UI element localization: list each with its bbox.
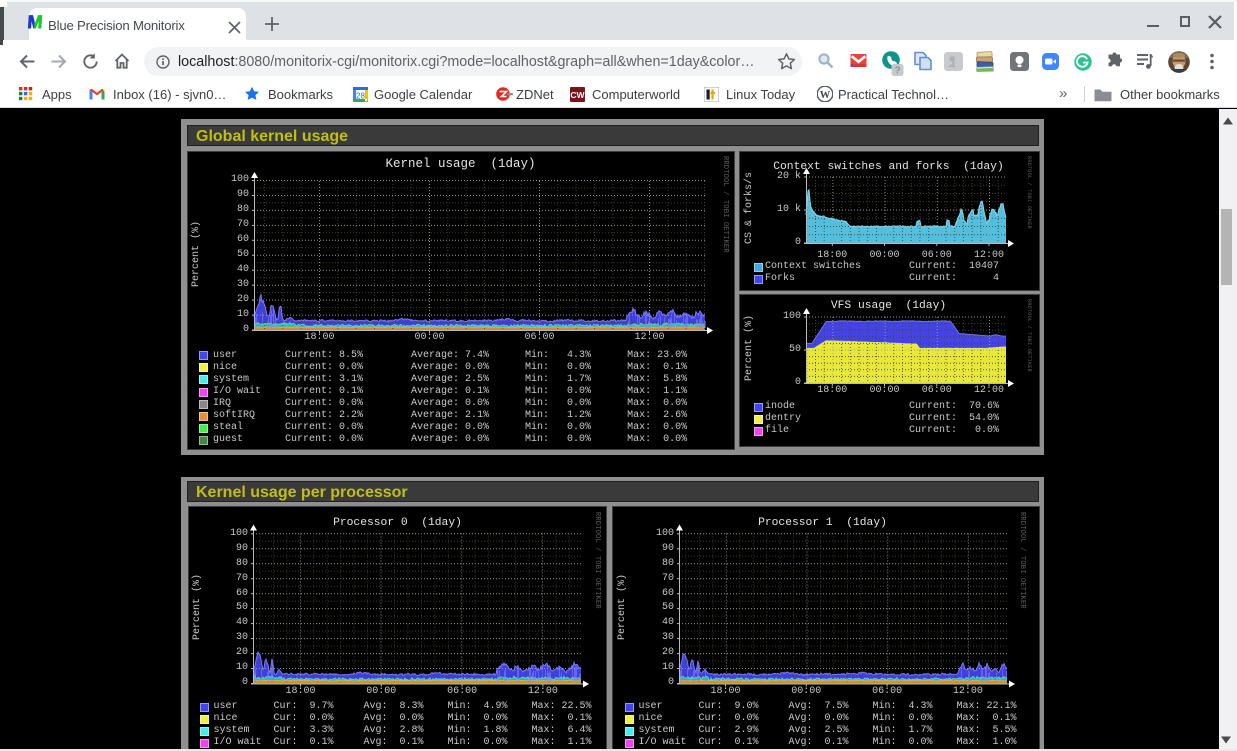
- svg-text:?: ?: [894, 66, 900, 77]
- svg-text:W: W: [820, 90, 831, 101]
- svg-text:M: M: [27, 13, 43, 30]
- svg-text:28: 28: [356, 92, 365, 101]
- svg-text:CW: CW: [570, 90, 585, 100]
